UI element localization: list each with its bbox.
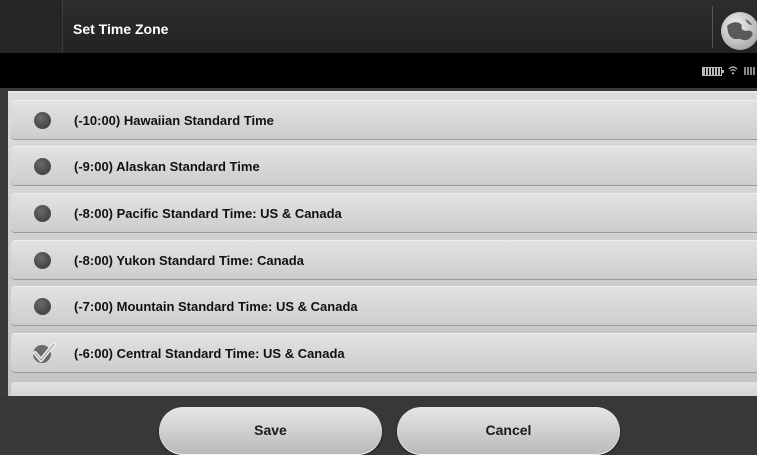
signal-icon [744, 67, 755, 75]
timezone-label: (-7:00) Mountain Standard Time: US & Can… [74, 299, 358, 314]
radio-unselected-icon[interactable] [34, 158, 51, 175]
timezone-label: (-8:00) Yukon Standard Time: Canada [74, 253, 304, 268]
title-divider [712, 6, 713, 48]
timezone-label: (-6:00) Central Standard Time: US & Cana… [74, 346, 345, 361]
timezone-row[interactable]: (-7:00) Mountain Standard Time: US & Can… [11, 287, 757, 325]
save-button[interactable]: Save [159, 407, 382, 455]
timezone-row[interactable]: (-10:00) Hawaiian Standard Time [11, 101, 757, 139]
timezone-label: (-9:00) Alaskan Standard Time [74, 159, 260, 174]
bottom-button-bar: Save Cancel [0, 396, 757, 455]
status-bar [0, 53, 757, 88]
timezone-row-selected[interactable]: (-6:00) Central Standard Time: US & Cana… [11, 334, 757, 372]
timezone-row[interactable]: (-9:00) Alaskan Standard Time [11, 147, 757, 185]
globe-icon[interactable] [721, 12, 757, 50]
timezone-label: (-8:00) Pacific Standard Time: US & Cana… [74, 206, 342, 221]
title-left-block [0, 0, 63, 53]
radio-unselected-icon[interactable] [34, 252, 51, 269]
radio-unselected-icon[interactable] [34, 298, 51, 315]
cancel-button[interactable]: Cancel [397, 407, 620, 455]
timezone-list[interactable]: (-10:00) Hawaiian Standard Time (-9:00) … [8, 91, 757, 396]
status-icons [702, 65, 755, 77]
timezone-row-partial[interactable] [11, 382, 757, 396]
radio-unselected-icon[interactable] [34, 205, 51, 222]
battery-icon [702, 66, 724, 76]
checkmark-icon[interactable] [30, 341, 56, 365]
timezone-label: (-10:00) Hawaiian Standard Time [74, 113, 274, 128]
timezone-row[interactable]: (-8:00) Pacific Standard Time: US & Cana… [11, 194, 757, 232]
wifi-icon [728, 65, 738, 77]
timezone-row[interactable]: (-8:00) Yukon Standard Time: Canada [11, 241, 757, 279]
title-bar: Set Time Zone [0, 0, 757, 53]
page-title: Set Time Zone [73, 21, 169, 37]
radio-unselected-icon[interactable] [34, 112, 51, 129]
